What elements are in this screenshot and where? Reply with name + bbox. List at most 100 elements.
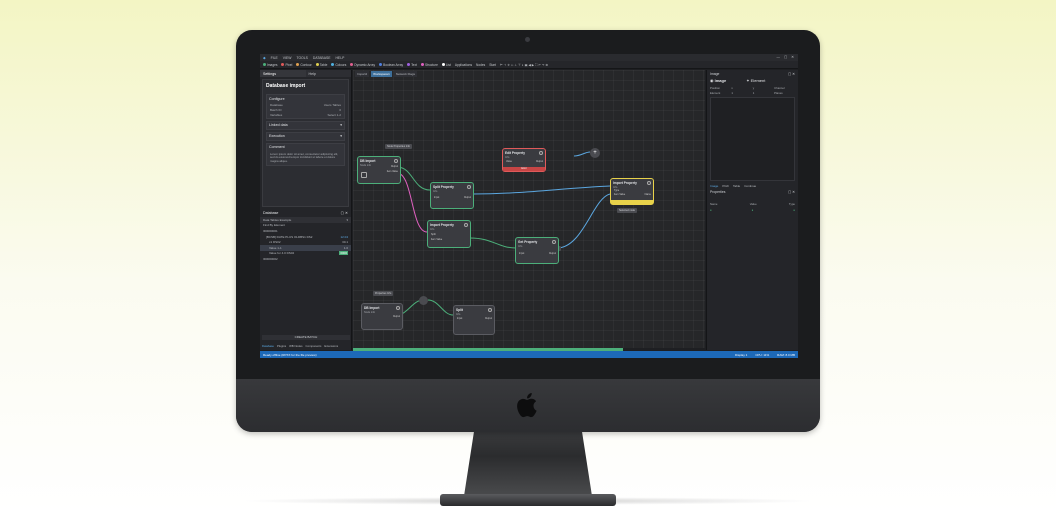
- toolbar-item-contour[interactable]: Contour: [296, 62, 312, 67]
- add-node-button[interactable]: +: [590, 148, 600, 158]
- right-panel-title: Image: [710, 71, 720, 76]
- node-close-icon[interactable]: [394, 159, 398, 163]
- tab-help[interactable]: Help: [305, 70, 351, 77]
- panel-title: Database import: [266, 83, 306, 89]
- tab-database[interactable]: Database: [262, 344, 274, 348]
- menu-item-database[interactable]: DATABASE: [313, 56, 331, 60]
- maximize-icon[interactable]: ▢: [784, 55, 787, 59]
- panel-controls-icon[interactable]: ▢ ✕: [788, 72, 795, 76]
- toolbar-item-table[interactable]: Table: [315, 62, 328, 67]
- eye-icon[interactable]: ●: [710, 208, 712, 212]
- bottom-tabs: Database Plugins WB Nodes Components Ext…: [260, 344, 352, 348]
- database-panel: Database ▢ ✕ Data Tables Example ▾ Find By…: [260, 209, 351, 262]
- right-panel-tabs: ◉ Image ✦ Element: [707, 77, 798, 84]
- port-label: Output: [463, 196, 471, 199]
- tab-image-label: Image: [714, 78, 727, 83]
- minimize-icon[interactable]: —: [777, 55, 780, 59]
- node-import-property[interactable]: Import Property Info Split Item Value: [427, 220, 471, 248]
- toolbar-item-colours[interactable]: Colours: [331, 63, 346, 67]
- tab-extensions[interactable]: Extensions: [324, 344, 338, 348]
- create-batch-button[interactable]: CREATE BATCH: [262, 335, 350, 340]
- grid-cell: x: [731, 86, 733, 90]
- config-value[interactable]: Select 1-2: [327, 113, 341, 117]
- config-value[interactable]: 0: [339, 108, 341, 112]
- tree-value: 12.04: [340, 234, 348, 239]
- node-canvas[interactable]: Import2 Workspace1 Network Flags DB Impo…: [353, 70, 705, 351]
- tree-item[interactable]: ID0000002: [260, 256, 351, 262]
- node-import-property-selected[interactable]: Import Property Info Type Item Value Nam…: [610, 178, 654, 205]
- panel-controls-icon[interactable]: ▢ ✕: [788, 190, 795, 194]
- tab-components[interactable]: Components: [306, 344, 322, 348]
- port-label: Split: [431, 233, 436, 236]
- subtab-image[interactable]: Image: [710, 184, 718, 188]
- execution-section[interactable]: Execution ▾: [266, 131, 345, 141]
- image-preview-list[interactable]: [710, 96, 795, 181]
- toolbar-item-start[interactable]: Start: [489, 63, 496, 67]
- node-close-icon[interactable]: [647, 181, 651, 185]
- tool-icons[interactable]: ⊢ ⊣ ✛ ⇿ ⊥ ⊤ ◐ ▣ ◀ ▶ ⛶ ↶ ↷ ⚙: [500, 63, 548, 67]
- eye-icon[interactable]: ●: [752, 208, 754, 212]
- properties-row[interactable]: ● ● ●: [707, 207, 798, 213]
- category-dot-icon: [315, 63, 319, 66]
- node-close-icon[interactable]: [396, 306, 400, 310]
- monitor: ◆ FILE VIEW TOOLS DATABASE HELP — ▢ ✕ Im…: [236, 30, 820, 432]
- panel-controls-icon[interactable]: ▢ ✕: [341, 211, 348, 215]
- menu-item-file[interactable]: FILE: [271, 56, 278, 60]
- config-value[interactable]: Users Tables: [324, 103, 341, 107]
- monitor-stand: [464, 430, 592, 496]
- node-edit-property[interactable]: Edit Property Info Value Output Error: [502, 148, 546, 172]
- toolbar-item-pixel[interactable]: Pixel: [281, 63, 292, 67]
- app-screen: ◆ FILE VIEW TOOLS DATABASE HELP — ▢ ✕ Im…: [260, 54, 798, 358]
- tab-settings[interactable]: Settings: [260, 70, 306, 77]
- menu-item-help[interactable]: HELP: [335, 56, 344, 60]
- toolbar-item-label: Text: [411, 62, 417, 67]
- node-close-icon[interactable]: [552, 240, 556, 244]
- node-close-icon[interactable]: [488, 308, 492, 312]
- eye-icon[interactable]: ●: [793, 208, 795, 212]
- app-logo-icon: ◆: [263, 55, 266, 60]
- tab-image[interactable]: ◉ Image: [710, 78, 726, 83]
- port-label: Input: [519, 252, 525, 255]
- menu-item-view[interactable]: VIEW: [283, 56, 292, 60]
- port-label: Output: [392, 315, 400, 318]
- node-db-import[interactable]: DB Import Node info Output Item Value: [357, 156, 401, 184]
- node-close-icon[interactable]: [539, 151, 543, 155]
- node-close-icon[interactable]: [467, 185, 471, 189]
- column-header: Value: [749, 201, 757, 206]
- subtab-table[interactable]: Table: [733, 184, 740, 188]
- toolbar-item-list[interactable]: List: [441, 63, 451, 67]
- category-dot-icon: [407, 63, 411, 66]
- close-icon[interactable]: ✕: [791, 55, 794, 59]
- toolbar-item-nodes[interactable]: Nodes: [476, 63, 485, 67]
- toolbar-item-applications[interactable]: Applications: [455, 63, 472, 67]
- node-db-import-2[interactable]: DB Import Node info Output: [361, 303, 403, 330]
- toolbar-item-boolean-array[interactable]: Boolean Array: [379, 63, 403, 67]
- toolbar-item-structure[interactable]: Structure: [420, 63, 438, 67]
- subtab-pitch[interactable]: Pitch: [722, 184, 729, 188]
- node-get-property[interactable]: Get Property Info Input Output: [515, 237, 559, 264]
- toolbar-item-label: Table: [319, 62, 328, 67]
- toolbar-item-dynamic-array[interactable]: Dynamic Array: [350, 63, 375, 67]
- settings-box: Database import Configure Database Users …: [262, 79, 349, 207]
- port-label: Item Value: [614, 193, 626, 196]
- toolbar-item-images[interactable]: Images: [263, 63, 277, 67]
- toolbar-item-label: Dynamic Array: [354, 62, 376, 67]
- tab-wb-nodes[interactable]: WB Nodes: [289, 344, 302, 348]
- port-label: Output: [535, 160, 543, 163]
- node-split-property[interactable]: Split Property Info Input Output: [430, 182, 474, 209]
- linked-data-section[interactable]: Linked data ▾: [266, 120, 345, 130]
- tree-label: ID0000001: [263, 228, 278, 233]
- menu-item-tools[interactable]: TOOLS: [296, 56, 307, 60]
- comment-text[interactable]: Lorem ipsum dolor sit amet, consectetur …: [267, 151, 344, 166]
- node-close-icon[interactable]: [464, 223, 468, 227]
- reroute-node[interactable]: [419, 296, 428, 305]
- tree-label: ID0000002: [263, 256, 278, 261]
- port-label: Value: [506, 160, 512, 163]
- grid-cell: 1: [752, 90, 755, 95]
- subtab-continue[interactable]: Continue: [744, 184, 756, 188]
- tab-plugins[interactable]: Plugins: [277, 344, 286, 348]
- toolbar-item-label: Contour: [300, 62, 312, 67]
- toolbar-item-text[interactable]: Text: [407, 63, 417, 67]
- node-split[interactable]: Split Info Input Output: [453, 305, 495, 335]
- tab-element[interactable]: ✦ Element: [746, 78, 765, 83]
